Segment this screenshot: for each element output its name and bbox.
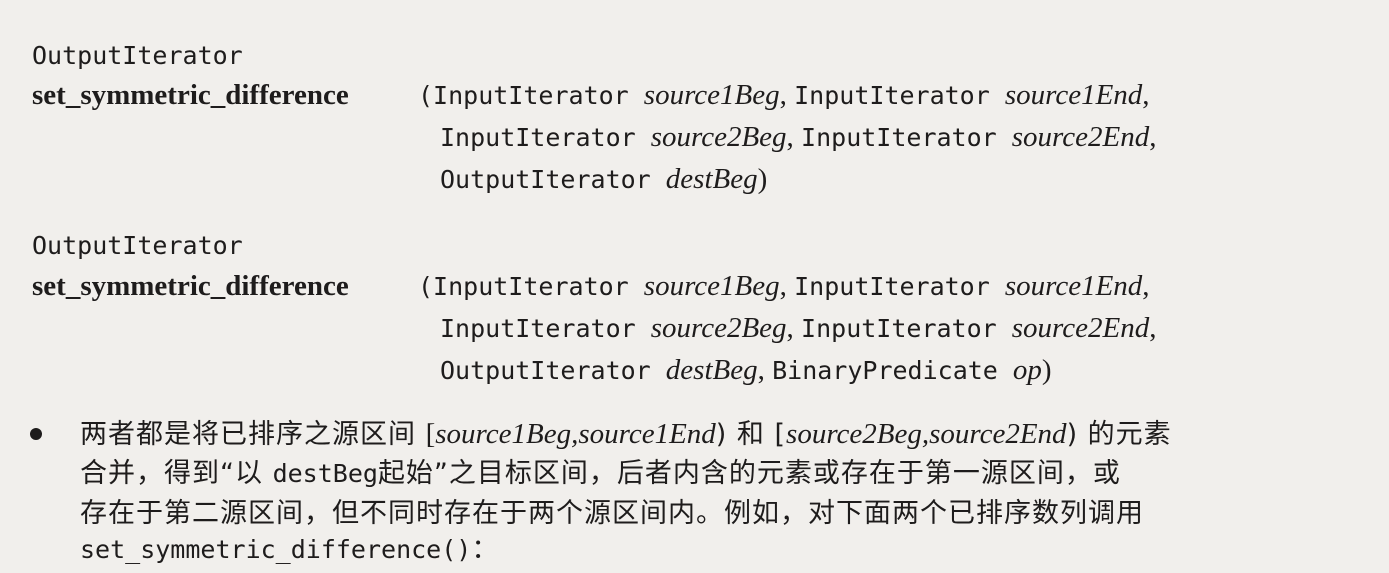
text-run: 两者都是将已排序之源区间 — [80, 419, 426, 450]
text-run: , — [1142, 270, 1150, 302]
text-run: 合并，得到“以 — [80, 458, 273, 489]
text-run: , — [786, 121, 802, 153]
text-run: ) 的元素 — [1066, 419, 1172, 450]
text-run: 起始”之目标区间，后者内含的元素或存在于第一源区间，或 — [377, 458, 1121, 489]
sig1-params-line3: OutputIterator destBeg) — [440, 159, 767, 203]
text-run: source1Beg — [643, 79, 780, 111]
bullet-line2: 合并，得到“以 destBeg起始”之目标区间，后者内含的元素或存在于第一源区间… — [80, 454, 1121, 497]
text-run: source1Beg,source1End — [435, 418, 716, 450]
text-run: , — [1149, 312, 1157, 344]
bullet-line4: set_symmetric_difference()： — [80, 530, 499, 573]
text-run: source2Beg,source2End — [786, 418, 1067, 450]
sig2-params-line1: (InputIterator source1Beg, InputIterator… — [418, 266, 1150, 310]
text-run: , — [1149, 121, 1157, 153]
text-run: destBeg — [272, 459, 378, 488]
text-run: [ — [425, 418, 436, 450]
text-run: op — [1012, 354, 1042, 386]
text-run: source1End — [1004, 270, 1143, 302]
text-run: ) 和 [ — [715, 419, 787, 450]
text-run: source2End — [1011, 121, 1150, 153]
sig1-params-line1: (InputIterator source1Beg, InputIterator… — [418, 75, 1150, 119]
text-run: destBeg — [665, 163, 758, 195]
text-run: , — [779, 79, 795, 111]
sig1-function-name: set_symmetric_difference — [32, 79, 349, 111]
text-run: InputIterator — [801, 123, 1012, 152]
text-run: , — [1142, 79, 1150, 111]
bullet-dot-icon — [30, 428, 42, 440]
text-run: , — [786, 312, 802, 344]
text-run: InputIterator — [801, 314, 1012, 343]
text-run: source1End — [1004, 79, 1143, 111]
text-run: 存在于第二源区间，但不同时存在于两个源区间内。例如，对下面两个已排序数列调用 — [80, 498, 1144, 529]
text-run: source2Beg — [650, 312, 787, 344]
text-run: InputIterator — [440, 314, 651, 343]
text-run: ) — [1041, 354, 1052, 386]
text-run: OutputIterator — [440, 356, 666, 385]
text-run: ： — [471, 534, 500, 565]
text-run: destBeg — [665, 354, 758, 386]
text-run: ) — [757, 163, 768, 195]
sig2-params-line2: InputIterator source2Beg, InputIterator … — [440, 308, 1156, 352]
sig2-function-name: set_symmetric_difference — [32, 270, 349, 302]
sig2-params-line3: OutputIterator destBeg, BinaryPredicate … — [440, 350, 1052, 394]
text-run: , — [757, 354, 773, 386]
text-run: (InputIterator — [418, 272, 644, 301]
text-run: source1Beg — [643, 270, 780, 302]
text-run: InputIterator — [440, 123, 651, 152]
sig2-return-type: OutputIterator — [32, 231, 243, 260]
bullet-line1: 两者都是将已排序之源区间 [source1Beg,source1End) 和 [… — [80, 414, 1172, 458]
text-run: source2Beg — [650, 121, 787, 153]
text-run: OutputIterator — [440, 165, 666, 194]
text-run: InputIterator — [794, 272, 1005, 301]
text-run: InputIterator — [794, 81, 1005, 110]
sig1-return-type: OutputIterator — [32, 41, 243, 70]
text-run: , — [779, 270, 795, 302]
text-run: (InputIterator — [418, 81, 644, 110]
text-run: source2End — [1011, 312, 1150, 344]
sig1-params-line2: InputIterator source2Beg, InputIterator … — [440, 117, 1156, 161]
text-run: BinaryPredicate — [772, 356, 1013, 385]
